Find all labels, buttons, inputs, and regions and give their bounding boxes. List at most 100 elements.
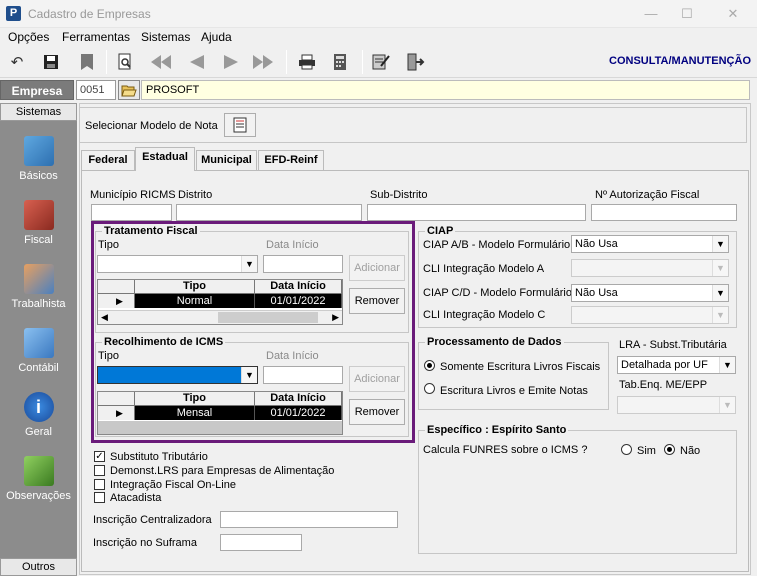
empresa-label: Empresa (0, 80, 74, 100)
autorizacao-input[interactable] (591, 204, 737, 221)
substituto-label: Substituto Tributário (110, 451, 208, 463)
menu-ferramentas[interactable]: Ferramentas (62, 30, 130, 44)
sidebar-item-contabil[interactable]: Contábil (0, 328, 77, 388)
undo-icon[interactable]: ↶ (6, 51, 28, 73)
scroll-left-icon[interactable]: ◀ (101, 312, 108, 323)
atacadista-label: Atacadista (110, 492, 162, 504)
maximize-button[interactable]: ☐ (672, 4, 702, 24)
tratamento-tipo-select[interactable]: ▼ (97, 255, 258, 273)
autorizacao-label: Nº Autorização Fiscal (595, 189, 700, 201)
menu-bar: Opções Ferramentas Sistemas Ajuda (0, 28, 757, 46)
sidebar-item-basicos[interactable]: Básicos (0, 136, 77, 196)
tratamento-tipo-label: Tipo (98, 239, 119, 251)
recolhimento-tipo-select[interactable]: ▼ (97, 366, 258, 384)
table-row-tipo[interactable]: Normal (135, 294, 255, 308)
sidebar-item-label: Fiscal (24, 234, 53, 246)
funres-nao-label: Não (680, 445, 701, 457)
tab-efd-reinf[interactable]: EFD-Reinf (258, 150, 324, 170)
tratamento-add-button[interactable]: Adicionar (349, 255, 405, 281)
chevron-down-icon: ▼ (712, 307, 728, 323)
save-icon[interactable] (40, 51, 62, 73)
empresa-code-field[interactable]: 0051 (76, 80, 116, 100)
recolhimento-remove-button[interactable]: Remover (349, 399, 405, 425)
ciap-ab-select[interactable]: Não Usa ▼ (571, 235, 729, 253)
tratamento-data-input[interactable] (263, 255, 343, 273)
atacadista-checkbox[interactable] (94, 492, 105, 503)
sidebar-header[interactable]: Sistemas (0, 103, 77, 121)
select-modelo-button[interactable] (224, 113, 256, 137)
sidebar-item-label: Observações (6, 490, 71, 502)
exit-icon[interactable] (404, 51, 426, 73)
opt-escritura-emite-radio[interactable] (424, 383, 435, 394)
menu-opcoes[interactable]: Opções (8, 30, 49, 44)
recolhimento-data-input[interactable] (263, 366, 343, 384)
last-record-icon[interactable] (252, 51, 274, 73)
close-button[interactable]: ✕ (718, 4, 748, 24)
bookmark-icon[interactable] (76, 51, 98, 73)
integracao-checkbox[interactable] (94, 479, 105, 490)
tratamento-data-label: Data Início (266, 239, 319, 251)
grid-empty-area (98, 421, 342, 434)
recolhimento-grid: Tipo Data Início ▶ Mensal 01/01/2022 (97, 391, 343, 435)
funres-sim-radio[interactable] (621, 444, 632, 455)
tab-estadual[interactable]: Estadual (135, 147, 195, 171)
demonst-checkbox[interactable] (94, 465, 105, 476)
chevron-down-icon: ▼ (712, 285, 728, 301)
calculator-icon[interactable] (330, 51, 352, 73)
distrito-input[interactable] (176, 204, 362, 221)
grid-col-tipo: Tipo (135, 280, 255, 294)
inscricao-centralizadora-label: Inscrição Centralizadora (93, 514, 212, 526)
grid-col-data: Data Início (255, 392, 342, 406)
inscricao-centralizadora-input[interactable] (220, 511, 398, 528)
contabil-icon (23, 328, 54, 358)
opt-somente-escritura-radio[interactable] (424, 360, 435, 371)
chevron-down-icon: ▼ (719, 357, 735, 373)
lra-select[interactable]: Detalhada por UF ▼ (617, 356, 736, 374)
tratamento-remove-button[interactable]: Remover (349, 288, 405, 314)
chevron-down-icon: ▼ (241, 367, 257, 383)
first-record-icon[interactable] (150, 51, 172, 73)
sub-distrito-input[interactable] (367, 204, 586, 221)
funres-question: Calcula FUNRES sobre o ICMS ? (423, 444, 588, 456)
row-pointer-icon: ▶ (98, 294, 135, 308)
ciap-cd-select[interactable]: Não Usa ▼ (571, 284, 729, 302)
scroll-right-icon[interactable]: ▶ (332, 312, 339, 323)
sidebar-item-label: Básicos (19, 170, 58, 182)
menu-sistemas[interactable]: Sistemas (141, 30, 190, 44)
ciap-cd-value: Não Usa (575, 287, 618, 299)
grid-corner (98, 392, 135, 406)
sidebar-item-trabalhista[interactable]: Trabalhista (0, 264, 77, 324)
window-title: Cadastro de Empresas (28, 7, 151, 21)
sidebar-item-observacoes[interactable]: Observações (0, 456, 77, 516)
print-icon[interactable] (296, 51, 318, 73)
inscricao-suframa-input[interactable] (220, 534, 302, 551)
tab-enq-select[interactable]: ▼ (617, 396, 736, 414)
integracao-label: Integração Fiscal On-Line (110, 479, 236, 491)
tab-municipal[interactable]: Municipal (196, 150, 257, 170)
tab-enq-label: Tab.Enq. ME/EPP (619, 379, 708, 391)
previous-record-icon[interactable] (186, 51, 208, 73)
opt-somente-escritura-label: Somente Escritura Livros Fiscais (440, 361, 601, 373)
sidebar-item-fiscal[interactable]: Fiscal (0, 200, 77, 260)
table-row-tipo[interactable]: Mensal (135, 406, 255, 420)
tab-federal[interactable]: Federal (81, 150, 135, 170)
cli-a-select[interactable]: ▼ (571, 259, 729, 277)
next-record-icon[interactable] (220, 51, 242, 73)
ciap-ab-value: Não Usa (575, 238, 618, 250)
recolhimento-add-button[interactable]: Adicionar (349, 366, 405, 392)
cli-c-select[interactable]: ▼ (571, 306, 729, 324)
sidebar-item-label: Trabalhista (11, 298, 66, 310)
open-folder-button[interactable] (118, 80, 140, 100)
grid-scrollbar[interactable]: ◀ ▶ (98, 310, 342, 324)
tools-icon[interactable] (370, 51, 392, 73)
minimize-button[interactable]: — (636, 4, 666, 24)
table-row-data[interactable]: 01/01/2022 (255, 406, 342, 420)
sidebar-item-geral[interactable]: i Geral (0, 392, 77, 452)
menu-ajuda[interactable]: Ajuda (201, 30, 232, 44)
preview-icon[interactable] (114, 51, 136, 73)
municipio-ricms-input[interactable] (91, 204, 172, 221)
funres-nao-radio[interactable] (664, 444, 675, 455)
substituto-checkbox[interactable]: ✓ (94, 451, 105, 462)
sidebar-footer[interactable]: Outros (0, 558, 77, 576)
table-row-data[interactable]: 01/01/2022 (255, 294, 342, 308)
